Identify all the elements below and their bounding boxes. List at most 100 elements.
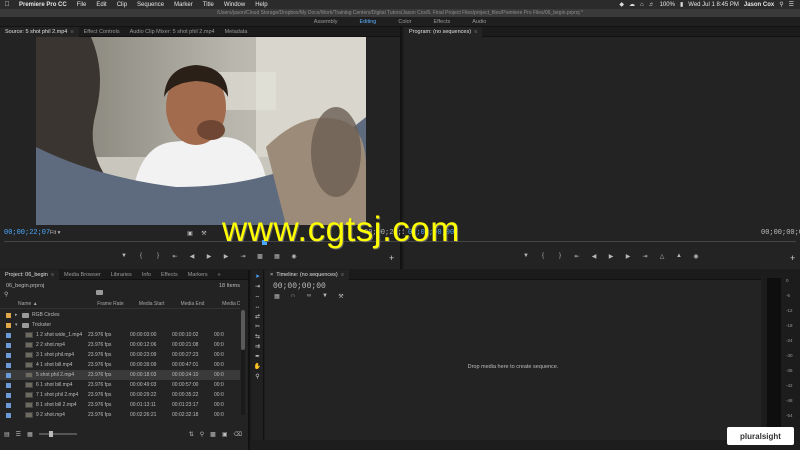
- col-media-duration[interactable]: Media Dur: [222, 301, 240, 307]
- program-scrub-bar[interactable]: [408, 241, 796, 245]
- col-media-start[interactable]: Media Start: [139, 301, 181, 307]
- label-swatch[interactable]: [6, 312, 11, 318]
- hand-tool-icon[interactable]: ✋: [254, 364, 262, 371]
- tab-program[interactable]: Program: (no sequences) ≡: [404, 26, 483, 37]
- rate-stretch-tool-icon[interactable]: ⇄: [254, 314, 262, 321]
- export-frame-icon[interactable]: ◉: [692, 252, 700, 260]
- tab-source[interactable]: Source: 5 shot phil 2.mp4 ≡: [0, 26, 79, 37]
- wrench-icon[interactable]: ⚒: [200, 229, 208, 237]
- new-bin-button-icon[interactable]: ▩: [210, 431, 216, 438]
- find-icon[interactable]: ⚲: [200, 431, 204, 438]
- list-item[interactable]: ▾ Trickster: [0, 320, 240, 330]
- table-row[interactable]: 6 1 shot bill.mp4 23.976 fps 00:00:49:03…: [0, 380, 240, 390]
- table-row-selected[interactable]: 5 shot phil 2.mp4 23.976 fps 00:00:18:03…: [0, 370, 240, 380]
- source-video-frame[interactable]: [36, 37, 366, 225]
- list-icon[interactable]: ☰: [789, 1, 794, 8]
- menu-title[interactable]: Title: [198, 2, 219, 8]
- mark-in-icon[interactable]: {: [539, 252, 547, 260]
- tab-media-browser[interactable]: Media Browser: [59, 270, 106, 280]
- tab-project[interactable]: Project: 06_begin ≡: [0, 269, 60, 280]
- slide-tool-icon[interactable]: ⇉: [254, 344, 262, 351]
- mark-out-icon[interactable]: }: [556, 252, 564, 260]
- table-row[interactable]: 3 1 shot phil.mp4 23.976 fps 00:00:23:09…: [0, 350, 240, 360]
- label-swatch[interactable]: [6, 342, 11, 348]
- slip-tool-icon[interactable]: ⇆: [254, 334, 262, 341]
- menu-help[interactable]: Help: [250, 2, 272, 8]
- collapse-arrow-icon[interactable]: ▾: [15, 322, 22, 328]
- expand-arrow-icon[interactable]: ▸: [15, 312, 22, 318]
- menu-marker[interactable]: Marker: [169, 2, 198, 8]
- volume-icon[interactable]: ♬: [649, 2, 655, 8]
- go-to-in-icon[interactable]: ⇤: [171, 252, 179, 260]
- zoom-slider[interactable]: [38, 431, 77, 437]
- tab-audio-clip-mixer[interactable]: Audio Clip Mixer: 5 shot phil 2.mp4: [125, 27, 220, 37]
- workspace-assembly[interactable]: Assembly: [310, 19, 342, 25]
- project-scrollbar[interactable]: [241, 310, 245, 415]
- list-view-icon[interactable]: ☰: [16, 431, 21, 438]
- label-swatch[interactable]: [6, 382, 11, 388]
- add-button-icon[interactable]: +: [790, 253, 795, 263]
- settings-icon[interactable]: ▣: [186, 229, 194, 237]
- selection-tool-icon[interactable]: ➤: [254, 274, 262, 281]
- source-fit-dropdown[interactable]: Fit ▾: [50, 230, 60, 236]
- table-row[interactable]: 9 2 shot.mp4 23.976 fps 00:02:26:21 00:0…: [0, 410, 240, 420]
- overflow-icon[interactable]: »: [213, 270, 226, 280]
- apple-icon[interactable]: : [0, 1, 14, 8]
- insert-icon[interactable]: ▩: [256, 252, 264, 260]
- user-name[interactable]: Jason Cox: [744, 2, 774, 8]
- snap-icon[interactable]: ∩: [289, 292, 297, 300]
- label-swatch[interactable]: [6, 402, 11, 408]
- step-back-icon[interactable]: ◀: [188, 252, 196, 260]
- col-name[interactable]: Name ▲: [0, 301, 97, 307]
- workspace-effects[interactable]: Effects: [430, 19, 455, 25]
- trash-icon[interactable]: ⌫: [234, 431, 248, 438]
- table-row[interactable]: 4 1 shot bill.mp4 23.976 fps 00:00:39:09…: [0, 360, 240, 370]
- tab-metadata[interactable]: Metadata: [220, 27, 253, 37]
- step-forward-icon[interactable]: ▶: [624, 252, 632, 260]
- label-swatch[interactable]: [6, 372, 11, 378]
- menu-window[interactable]: Window: [219, 2, 250, 8]
- export-frame-icon[interactable]: ◉: [290, 252, 298, 260]
- label-swatch[interactable]: [6, 412, 11, 418]
- sort-icon[interactable]: ⇅: [189, 431, 194, 438]
- battery-icon[interactable]: ▮: [680, 1, 683, 8]
- track-select-tool-icon[interactable]: ⇥: [254, 284, 262, 291]
- lock-icon[interactable]: ▤: [4, 431, 10, 438]
- add-marker-icon[interactable]: ▼: [120, 252, 128, 260]
- ripple-edit-tool-icon[interactable]: ⇔: [254, 294, 262, 301]
- tab-libraries[interactable]: Libraries: [106, 270, 137, 280]
- search-icon[interactable]: ⚲: [4, 291, 8, 298]
- menu-edit[interactable]: Edit: [91, 2, 111, 8]
- label-swatch[interactable]: [6, 392, 11, 398]
- menu-clip[interactable]: Clip: [112, 2, 132, 8]
- tab-effect-controls[interactable]: Effect Controls: [79, 27, 125, 37]
- zoom-slider-handle[interactable]: [48, 431, 53, 437]
- cloud-icon[interactable]: ☁: [629, 1, 635, 8]
- table-row[interactable]: 2 2 shot.mp4 23.976 fps 00:00:12:06 00:0…: [0, 340, 240, 350]
- extract-icon[interactable]: ▲: [675, 252, 683, 260]
- menu-sequence[interactable]: Sequence: [132, 2, 169, 8]
- rolling-edit-tool-icon[interactable]: ↔: [254, 304, 262, 311]
- menu-app-name[interactable]: Premiere Pro CC: [14, 2, 72, 8]
- table-row[interactable]: 1 2 shot wide_1.mp4 23.976 fps 00:00:03:…: [0, 330, 240, 340]
- table-row[interactable]: 8 1 shot bill 2.mp4 23.976 fps 00:01:13:…: [0, 400, 240, 410]
- workspace-audio[interactable]: Audio: [468, 19, 490, 25]
- label-swatch[interactable]: [6, 362, 11, 368]
- tab-markers[interactable]: Markers: [183, 270, 213, 280]
- menu-file[interactable]: File: [72, 2, 92, 8]
- scrollbar-thumb[interactable]: [241, 310, 245, 350]
- step-forward-icon[interactable]: ▶: [222, 252, 230, 260]
- list-item[interactable]: ▸ RGB Circles: [0, 310, 240, 320]
- col-frame-rate[interactable]: Frame Rate: [97, 301, 139, 307]
- tab-timeline[interactable]: × Timeline: (no sequences) ≡: [265, 269, 349, 280]
- new-bin-icon[interactable]: [96, 290, 103, 295]
- icon-view-icon[interactable]: ▦: [27, 431, 33, 438]
- label-swatch[interactable]: [6, 322, 11, 328]
- nest-icon[interactable]: ▦: [273, 292, 281, 300]
- timeline-timecode[interactable]: 00;00;00;00: [273, 282, 326, 291]
- add-marker-icon[interactable]: ▼: [522, 252, 530, 260]
- workspace-editing[interactable]: Editing: [356, 19, 381, 25]
- label-swatch[interactable]: [6, 332, 11, 338]
- timeline-drop-hint[interactable]: Drop media here to create sequence.: [265, 364, 761, 370]
- workspace-color[interactable]: Color: [394, 19, 415, 25]
